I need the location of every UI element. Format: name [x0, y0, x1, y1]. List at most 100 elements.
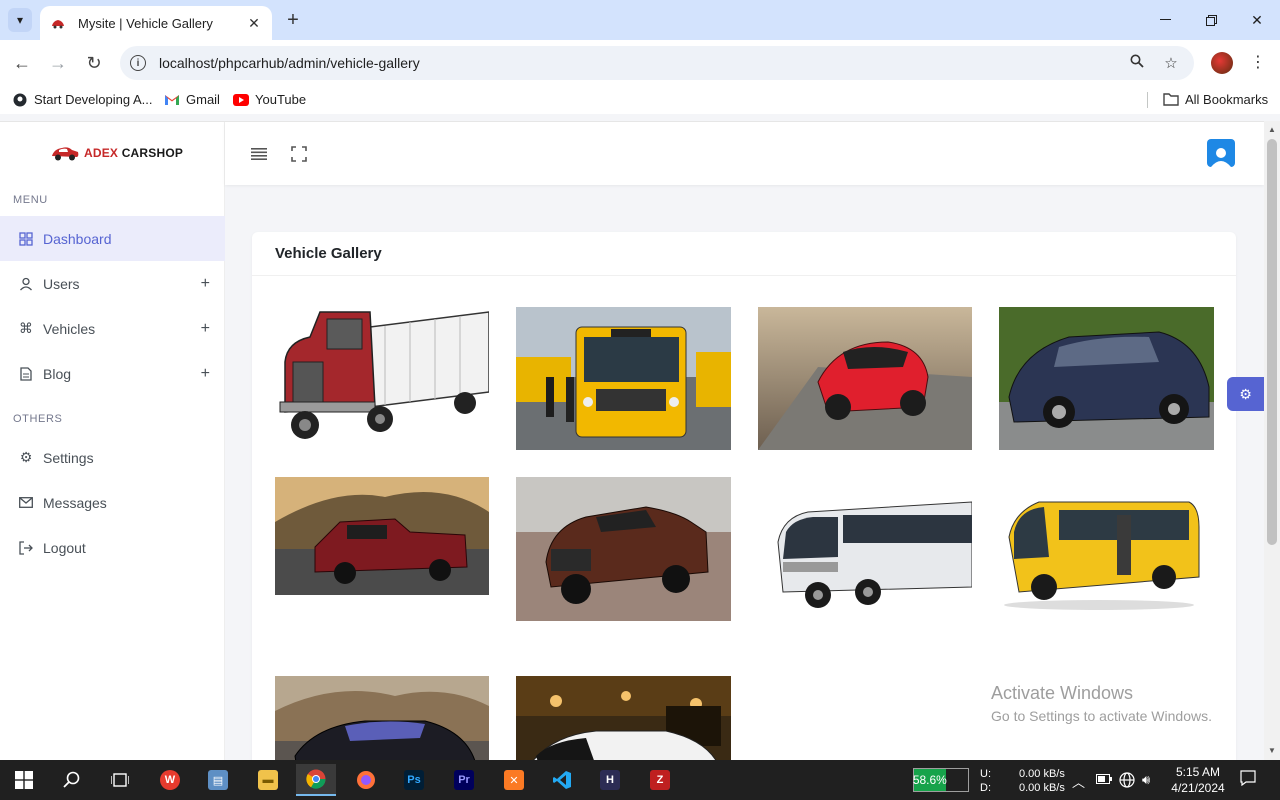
editor-app-icon[interactable]: H [590, 764, 630, 796]
mail-icon [18, 495, 34, 511]
vscode-icon[interactable] [542, 764, 582, 796]
document-icon [18, 366, 34, 382]
bookmark-label: Start Developing A... [34, 92, 153, 107]
gmail-icon [164, 93, 180, 107]
site-favicon-icon [50, 15, 66, 31]
globe-network-icon[interactable] [1119, 772, 1135, 791]
battery-percent: 58.6% [912, 773, 947, 787]
scroll-up-arrow-icon[interactable]: ▲ [1268, 125, 1276, 134]
scroll-down-arrow-icon[interactable]: ▼ [1268, 746, 1276, 755]
sidebar-item-logout[interactable]: Logout [0, 525, 225, 570]
bookmark-label: Gmail [186, 92, 220, 107]
minimize-icon[interactable] [1155, 10, 1175, 30]
sidebar-item-messages[interactable]: Messages [0, 480, 225, 525]
user-account-button[interactable] [1207, 139, 1235, 167]
gallery-image-white-hypercar[interactable] [516, 676, 731, 760]
close-window-icon[interactable]: ✕ [1247, 10, 1267, 30]
bookmark-youtube[interactable]: YouTube [233, 92, 306, 107]
browser-tab[interactable]: Mysite | Vehicle Gallery ✕ [40, 6, 272, 40]
menu-heading: MENU [13, 194, 48, 206]
vehicle-gallery-card: Vehicle Gallery [252, 232, 1236, 760]
wps-office-icon[interactable]: W [150, 764, 190, 796]
restore-icon[interactable] [1201, 10, 1221, 30]
url-text[interactable]: localhost/phpcarhub/admin/vehicle-galler… [159, 55, 1126, 71]
sidebar-item-settings[interactable]: ⚙ Settings [0, 435, 225, 480]
net-speed-labels: U: D: [980, 767, 991, 795]
sidebar-item-label: Users [43, 275, 80, 292]
bookmark-start-developing[interactable]: Start Developing A... [12, 92, 153, 107]
scrollbar-thumb[interactable] [1267, 139, 1277, 545]
volume-icon[interactable]: 🔊︎ [1142, 772, 1150, 788]
all-bookmarks[interactable]: All Bookmarks [1163, 92, 1268, 107]
tab-title: Mysite | Vehicle Gallery [78, 15, 213, 31]
gallery-image-brown-pickup-truck[interactable] [516, 477, 731, 621]
sidebar: ADEX CARSHOP MENU Dashboard Users + ⌘ Ve… [0, 122, 225, 760]
reload-icon[interactable]: ↻ [82, 51, 106, 75]
forward-arrow-icon[interactable]: → [46, 51, 70, 75]
tray-chevron-up-icon[interactable]: ︿ [1072, 772, 1085, 791]
sidebar-item-dashboard[interactable]: Dashboard [0, 216, 225, 261]
zoom-magnifier-icon[interactable] [1126, 54, 1148, 72]
battery-icon[interactable] [1096, 772, 1112, 787]
tab-search-chevron-icon[interactable]: ▾ [8, 8, 32, 32]
site-info-icon[interactable]: i [130, 55, 146, 71]
firefox-icon[interactable] [346, 764, 386, 796]
brand-name: ADEX CARSHOP [84, 146, 184, 160]
address-bar[interactable]: i localhost/phpcarhub/admin/vehicle-gall… [120, 46, 1194, 80]
expand-plus-icon[interactable]: + [201, 320, 210, 338]
expand-plus-icon[interactable]: + [201, 275, 210, 293]
gallery-image-red-pickup-truck[interactable] [275, 477, 489, 595]
windows-taskbar: W ▤ ▬ Ps Pr ✕ H Z [0, 760, 1280, 800]
command-icon: ⌘ [19, 320, 33, 336]
tab-close-icon[interactable]: ✕ [246, 15, 262, 32]
page-viewport: ADEX CARSHOP MENU Dashboard Users + ⌘ Ve… [0, 121, 1264, 760]
gallery-image-blue-luxury-sedan[interactable] [999, 307, 1214, 450]
battery-fill: 58.6% [912, 769, 947, 791]
hamburger-menu-icon[interactable] [249, 144, 269, 164]
gallery-image-yellow-school-bus-2[interactable] [999, 477, 1214, 620]
logout-icon [18, 540, 34, 556]
fullscreen-icon[interactable] [289, 144, 309, 164]
page-scrollbar[interactable]: ▲ ▼ [1264, 121, 1280, 760]
car-logo-icon [50, 144, 80, 162]
bookmark-gmail[interactable]: Gmail [164, 92, 220, 107]
sidebar-item-users[interactable]: Users + [0, 261, 225, 306]
settings-float-button[interactable]: ⚙ [1227, 377, 1264, 411]
taskbar-clock[interactable]: 5:15 AM 4/21/2024 [1166, 764, 1230, 796]
file-explorer-icon[interactable]: ▬ [248, 764, 288, 796]
sidebar-item-label: Settings [43, 449, 94, 466]
card-title: Vehicle Gallery [275, 245, 382, 262]
gallery-image-red-hatchback[interactable] [758, 307, 972, 450]
filezilla-icon[interactable]: Z [640, 764, 680, 796]
browser-toolbar: ← → ↻ i localhost/phpcarhub/admin/vehicl… [0, 40, 1280, 86]
taskbar-search-icon[interactable] [52, 764, 92, 796]
sidebar-item-vehicles[interactable]: ⌘ Vehicles + [0, 306, 225, 351]
bookmark-star-icon[interactable]: ☆ [1160, 54, 1182, 72]
back-arrow-icon[interactable]: ← [10, 51, 34, 75]
task-view-icon[interactable] [100, 764, 140, 796]
gallery-image-red-semi-truck[interactable] [275, 307, 489, 443]
sidebar-item-blog[interactable]: Blog + [0, 351, 225, 396]
premiere-icon[interactable]: Pr [444, 764, 484, 796]
profile-avatar[interactable] [1211, 52, 1233, 74]
computer-app-icon[interactable]: ▤ [198, 764, 238, 796]
upload-speed: 0.00 kB/s [1019, 768, 1065, 780]
gallery-image-yellow-school-bus[interactable] [516, 307, 731, 450]
top-header [225, 122, 1264, 185]
gallery-image-white-coach-bus[interactable] [758, 477, 972, 620]
dashboard-grid-icon [18, 231, 34, 247]
photoshop-icon[interactable]: Ps [394, 764, 434, 796]
start-windows-icon[interactable] [4, 764, 44, 796]
battery-indicator[interactable]: 58.6% [913, 768, 969, 792]
gallery-image-black-luxury-sedan[interactable] [275, 676, 489, 760]
chrome-icon[interactable] [296, 764, 336, 796]
browser-menu-icon[interactable]: ⋮ [1248, 52, 1268, 72]
expand-plus-icon[interactable]: + [201, 365, 210, 383]
browser-tab-strip: ▾ Mysite | Vehicle Gallery ✕ + ✕ [0, 0, 1280, 40]
sidebar-item-label: Messages [43, 494, 107, 511]
xampp-icon[interactable]: ✕ [494, 764, 534, 796]
notifications-icon[interactable] [1240, 770, 1256, 789]
brand-logo[interactable]: ADEX CARSHOP [50, 144, 183, 162]
new-tab-plus-icon[interactable]: + [282, 9, 304, 31]
folder-icon [1163, 93, 1179, 107]
